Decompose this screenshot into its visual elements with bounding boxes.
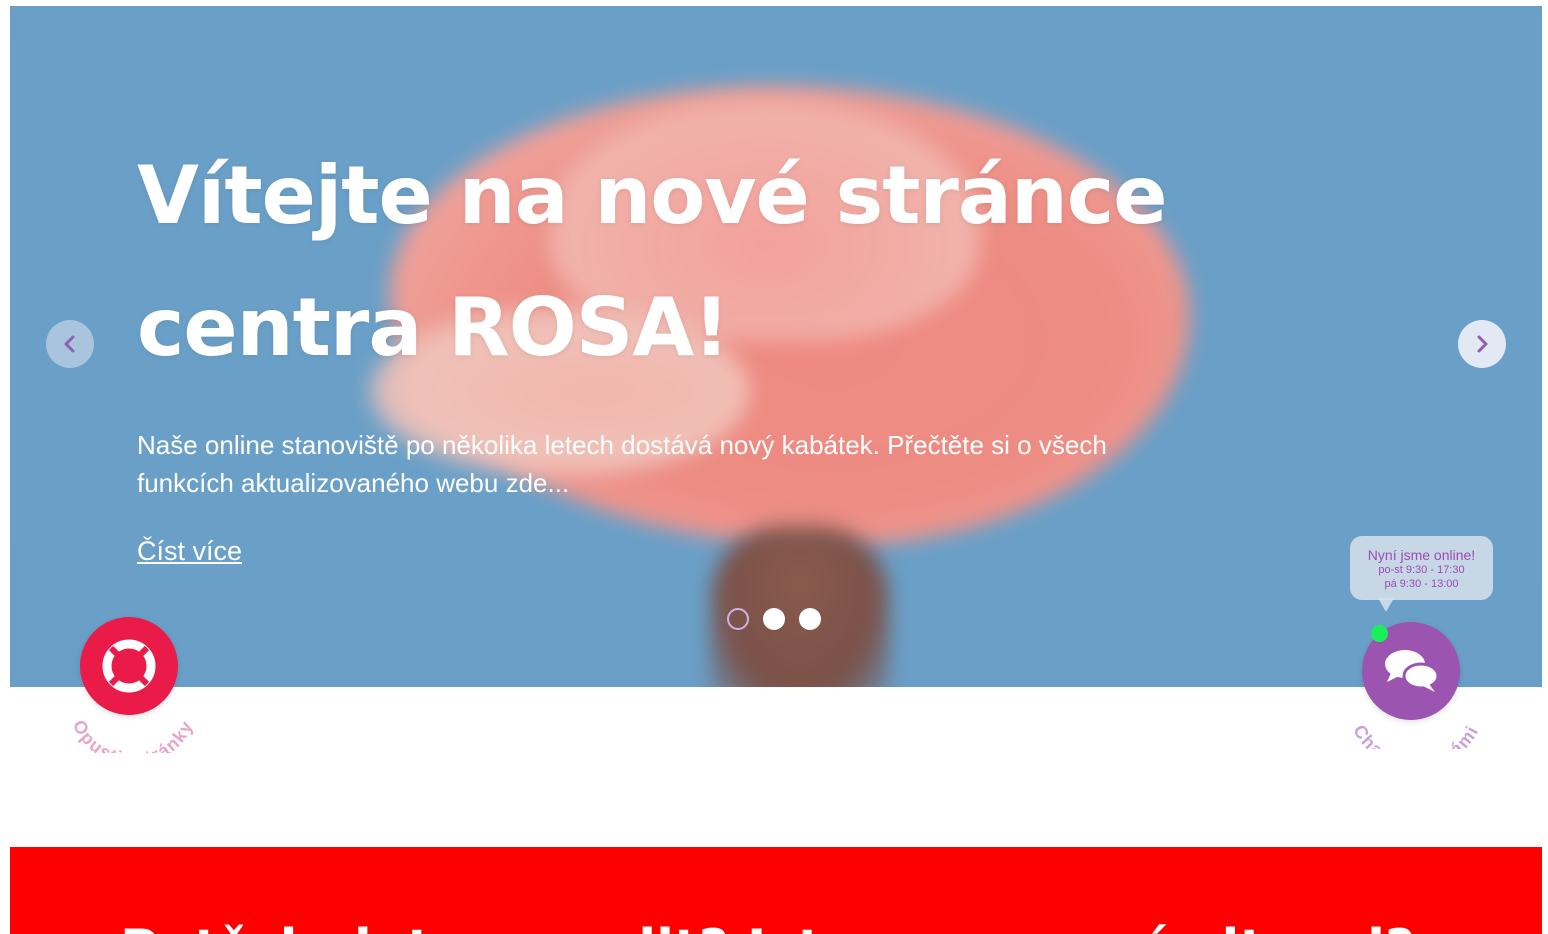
chat-label: Chatujte s námi (1349, 721, 1482, 749)
svg-text:Chatujte s námi: Chatujte s námi (1349, 721, 1482, 749)
hero-background-stem (710, 526, 890, 687)
carousel-dot-1[interactable] (727, 608, 749, 630)
help-section: Potřebujete poradit? Jste v nouzové situ… (10, 847, 1542, 934)
read-more-link[interactable]: Číst více (137, 536, 242, 567)
chat-widget: Nyní jsme online! po-st 9:30 - 17:30 pá … (1338, 534, 1498, 749)
hero-title-line-2: centra ROSA! (137, 281, 730, 374)
exit-page-label-text: Opustit stránky (69, 717, 196, 753)
exit-page-label: Opustit stránky (69, 717, 198, 753)
carousel-dot-3[interactable] (799, 608, 821, 630)
exit-page-widget: Opustit stránky (58, 608, 208, 753)
help-section-heading: Potřebujete poradit? Jste v nouzové situ… (120, 919, 1415, 934)
carousel-prev-button[interactable] (46, 320, 94, 368)
chevron-left-icon (64, 335, 75, 353)
chevron-right-icon (1477, 335, 1488, 353)
carousel-dot-2[interactable] (763, 608, 785, 630)
hero-title-line-1: Vítejte na nové stránce (137, 149, 1167, 242)
carousel-next-button[interactable] (1458, 320, 1506, 368)
hero-description: Naše online stanoviště po několika letec… (137, 430, 1107, 498)
chat-label-text: Chatujte s námi (1349, 721, 1481, 749)
svg-text:Opustit stránky: Opustit stránky (69, 717, 198, 753)
carousel-indicators (727, 608, 821, 630)
hero-title: Vítejte na nové stránce centra ROSA! (137, 130, 1187, 394)
hero-carousel: Vítejte na nové stránce centra ROSA! Naš… (10, 6, 1542, 687)
